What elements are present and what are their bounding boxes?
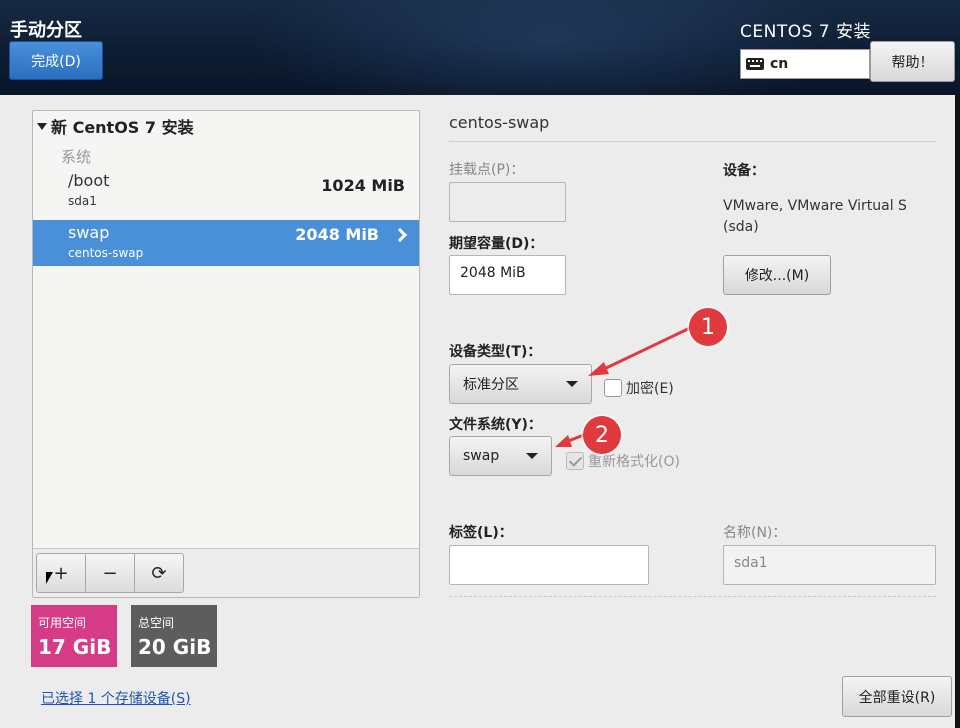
annotation-badge-2: 2: [583, 416, 621, 454]
annotation-arrow-1: [601, 325, 693, 372]
arrow-head-1-icon: [588, 362, 609, 376]
annotation-arrows: [555, 325, 693, 447]
annotation-badge-1: 1: [689, 308, 727, 346]
arrow-head-2-icon: [555, 435, 572, 447]
